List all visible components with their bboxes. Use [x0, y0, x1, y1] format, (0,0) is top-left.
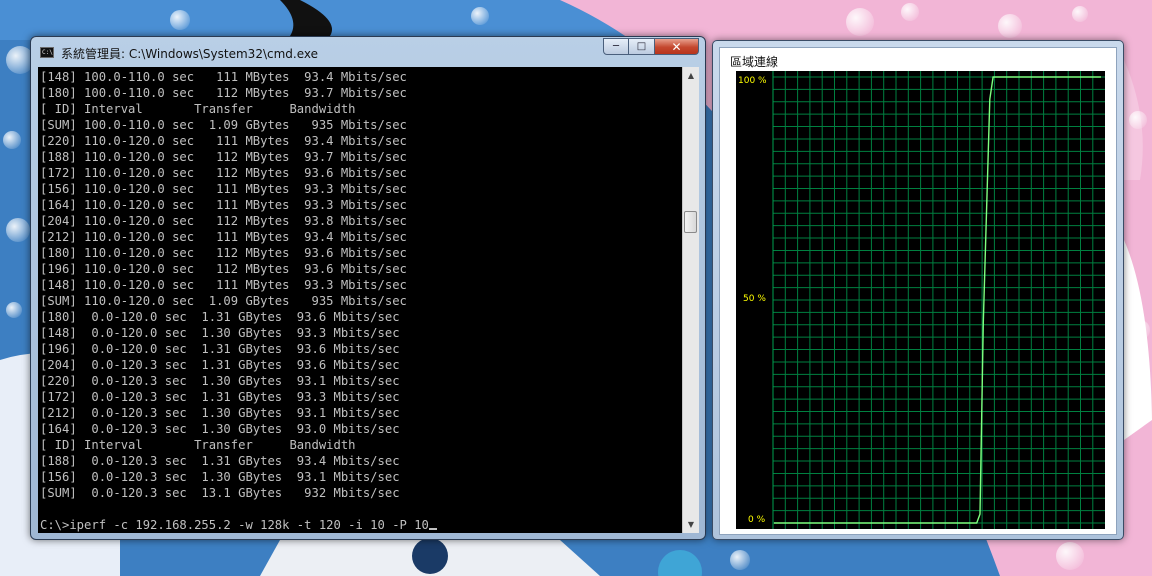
console-line: [196] 0.0-120.0 sec 1.31 GBytes 93.6 Mbi… — [40, 342, 400, 356]
scroll-down-arrow-icon[interactable]: ▼ — [683, 516, 699, 533]
command-prompt: C:\>iperf -c 192.168.255.2 -w 128k -t 12… — [40, 518, 429, 532]
console-line: [172] 0.0-120.3 sec 1.31 GBytes 93.3 Mbi… — [40, 390, 400, 404]
tick-label-100: 100 % — [738, 76, 767, 86]
tick-label-0: 0 % — [748, 515, 766, 525]
console-line: [SUM] 0.0-120.3 sec 13.1 GBytes 932 Mbit… — [40, 486, 400, 500]
console-output[interactable]: [148] 100.0-110.0 sec 111 MBytes 93.4 Mb… — [38, 67, 682, 533]
console-line: [220] 110.0-120.0 sec 111 MBytes 93.4 Mb… — [40, 134, 407, 148]
minimize-icon: ─ — [612, 40, 620, 52]
cmd-app-icon[interactable]: C:\ — [40, 47, 54, 58]
maximize-button[interactable]: □ — [629, 38, 655, 55]
network-graph-window[interactable]: 區域連線 100 % 50 % 0 % — [712, 40, 1124, 540]
text-cursor — [428, 528, 437, 530]
console-line: [148] 0.0-120.0 sec 1.30 GBytes 93.3 Mbi… — [40, 326, 400, 340]
cmd-titlebar[interactable]: C:\ 系統管理員: C:\Windows\System32\cmd.exe ─… — [31, 37, 705, 67]
console-line: [204] 0.0-120.3 sec 1.31 GBytes 93.6 Mbi… — [40, 358, 400, 372]
console-line: [188] 110.0-120.0 sec 112 MBytes 93.7 Mb… — [40, 150, 407, 164]
cmd-window[interactable]: C:\ 系統管理員: C:\Windows\System32\cmd.exe ─… — [30, 36, 706, 540]
console-line: [204] 110.0-120.0 sec 112 MBytes 93.8 Mb… — [40, 214, 407, 228]
console-line: [ ID] Interval Transfer Bandwidth — [40, 438, 356, 452]
console-line: [SUM] 100.0-110.0 sec 1.09 GBytes 935 Mb… — [40, 118, 407, 132]
console-lines: [148] 100.0-110.0 sec 111 MBytes 93.4 Mb… — [40, 69, 407, 517]
console-line: [180] 100.0-110.0 sec 112 MBytes 93.7 Mb… — [40, 86, 407, 100]
command-prompt-line[interactable]: C:\>iperf -c 192.168.255.2 -w 128k -t 12… — [40, 517, 437, 533]
window-title: 系統管理員: C:\Windows\System32\cmd.exe — [61, 47, 318, 61]
console-line: [ ID] Interval Transfer Bandwidth — [40, 102, 356, 116]
window-controls: ─ □ ✕ — [603, 38, 699, 56]
vertical-scrollbar[interactable]: ▲ ▼ — [682, 67, 699, 533]
console-line: [156] 0.0-120.3 sec 1.30 GBytes 93.1 Mbi… — [40, 470, 400, 484]
tick-label-50: 50 % — [743, 294, 766, 304]
network-utilization-chart: 100 % 50 % 0 % — [736, 71, 1105, 529]
console-line: [196] 110.0-120.0 sec 112 MBytes 93.6 Mb… — [40, 262, 407, 276]
console-line: [212] 110.0-120.0 sec 111 MBytes 93.4 Mb… — [40, 230, 407, 244]
maximize-icon: □ — [636, 40, 647, 52]
console-line: [148] 100.0-110.0 sec 111 MBytes 93.4 Mb… — [40, 70, 407, 84]
scrollbar-thumb[interactable] — [684, 211, 697, 233]
console-line: [188] 0.0-120.3 sec 1.31 GBytes 93.4 Mbi… — [40, 454, 400, 468]
console-line: [212] 0.0-120.3 sec 1.30 GBytes 93.1 Mbi… — [40, 406, 400, 420]
console-line: [164] 110.0-120.0 sec 111 MBytes 93.3 Mb… — [40, 198, 407, 212]
close-icon: ✕ — [671, 39, 682, 54]
scroll-up-arrow-icon[interactable]: ▲ — [683, 67, 699, 84]
close-button[interactable]: ✕ — [655, 38, 699, 55]
console-line: [180] 0.0-120.0 sec 1.31 GBytes 93.6 Mbi… — [40, 310, 400, 324]
console-line: [172] 110.0-120.0 sec 112 MBytes 93.6 Mb… — [40, 166, 407, 180]
console-line: [220] 0.0-120.3 sec 1.30 GBytes 93.1 Mbi… — [40, 374, 400, 388]
minimize-button[interactable]: ─ — [603, 38, 629, 55]
console-line: [148] 110.0-120.0 sec 111 MBytes 93.3 Mb… — [40, 278, 407, 292]
network-connection-title: 區域連線 — [730, 55, 779, 69]
console-line: [156] 110.0-120.0 sec 111 MBytes 93.3 Mb… — [40, 182, 407, 196]
console-line: [180] 110.0-120.0 sec 112 MBytes 93.6 Mb… — [40, 246, 407, 260]
console-line: [164] 0.0-120.3 sec 1.30 GBytes 93.0 Mbi… — [40, 422, 400, 436]
console-line: [SUM] 110.0-120.0 sec 1.09 GBytes 935 Mb… — [40, 294, 407, 308]
